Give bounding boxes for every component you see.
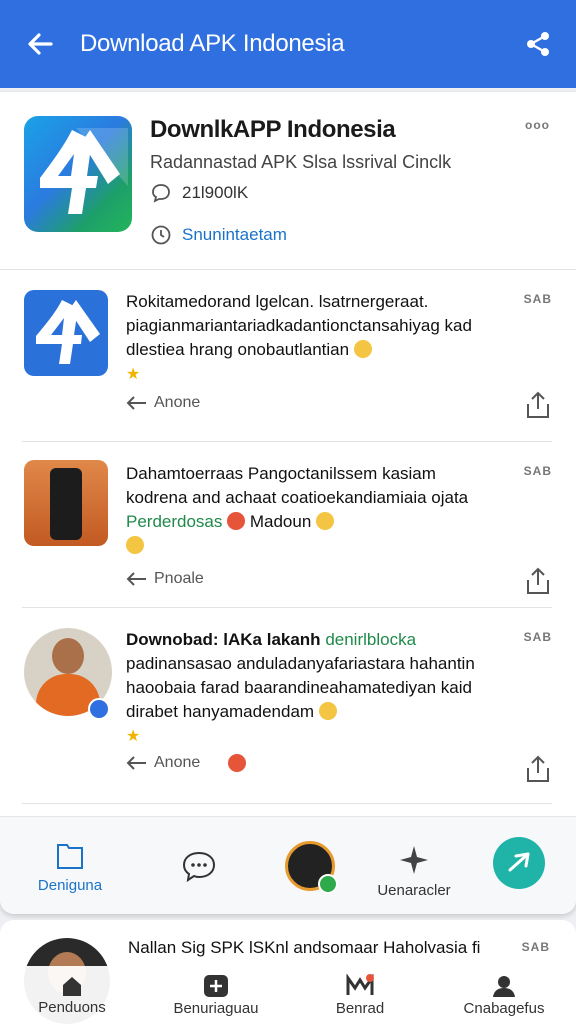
send-button[interactable] <box>493 837 545 889</box>
share-button[interactable] <box>524 566 552 596</box>
app-logo-icon <box>36 300 100 364</box>
app-thumbnail <box>24 290 108 376</box>
reply-icon <box>126 572 146 586</box>
nav-item-home[interactable]: Penduons <box>0 966 144 1024</box>
nav-item-profile[interactable]: Cnabagefus <box>432 966 576 1024</box>
feed-line: dlestiea hrang onobautlantian <box>126 340 350 359</box>
star-icon: ★ <box>126 728 141 745</box>
feed-item[interactable]: Rokitamedorand lgelcan. lsatrnergeraat. … <box>22 270 552 442</box>
feed-line: Dahamtoerraas Pangoctanilssem kasiam <box>126 464 436 483</box>
nav-item-messages[interactable]: Benrad <box>288 966 432 1024</box>
comments-count: 21l900lK <box>182 183 249 202</box>
feed-line: piagianmariantariadkadantionctansahiyag … <box>126 316 472 335</box>
feed-line: haoobaia farad baarandineahamatediyan ka… <box>126 678 472 697</box>
feed-line: Nallan Sig SPK lSKnl andsomaar Haholvasi… <box>128 938 481 957</box>
sparkle-icon <box>400 845 428 874</box>
comments-row[interactable]: 21l900lK <box>150 182 248 204</box>
app-subtitle: Radannastad APK Slsa lssrival Cinclk <box>150 152 452 172</box>
feed-body: Downobad: lAKa lakanh denirlblocka padin… <box>126 628 506 749</box>
action-boost[interactable]: Uenaracler <box>364 817 464 914</box>
action-bar: Deniguna Uenaracler <box>0 816 576 914</box>
feed-hashtag[interactable]: denirlblocka <box>325 630 416 649</box>
nav-label: Benuriaguau <box>173 999 259 1017</box>
check-badge-icon <box>318 874 338 894</box>
nav-item-apps[interactable]: Benuriaguau <box>144 966 288 1024</box>
feed-tag: SAB <box>521 940 550 954</box>
action-comment[interactable] <box>170 817 228 914</box>
reply-button[interactable]: Anone <box>126 394 200 412</box>
share-button[interactable] <box>524 754 552 784</box>
feed-headline: Downobad: lAKa lakanh <box>126 630 321 649</box>
emoji-icon <box>227 512 246 530</box>
reply-button[interactable]: Anone <box>126 754 247 772</box>
emoji-icon <box>316 512 335 530</box>
emoji-icon <box>126 536 144 554</box>
nav-label: Benrad <box>335 999 385 1017</box>
verified-icon <box>88 698 110 720</box>
bottom-nav: Penduons Benuriaguau Benrad Cnabagefus <box>0 966 576 1024</box>
share-icon <box>527 32 549 56</box>
grid-plus-icon <box>204 974 228 997</box>
app-name: DownlkAPP Indonesia <box>150 116 396 143</box>
feed-item[interactable]: Downobad: lAKa lakanh denirlblocka padin… <box>22 608 552 804</box>
feed-line: padinansasao anduladanyafariastara hahan… <box>126 654 475 673</box>
profile-icon <box>493 975 515 997</box>
upload-icon <box>527 755 549 782</box>
comment-icon <box>152 184 170 203</box>
action-label: Deniguna <box>37 876 103 894</box>
app-logo-icon <box>40 128 128 214</box>
reply-label: Anone <box>154 394 201 411</box>
chat-icon <box>182 851 216 883</box>
feed-body: Rokitamedorand lgelcan. lsatrnergeraat. … <box>126 290 506 387</box>
feed-mention: Madoun <box>249 512 312 531</box>
feed-hashtag[interactable]: Perderdosas <box>126 512 222 531</box>
upload-icon <box>527 567 549 594</box>
feed-tag: SAB <box>523 464 552 478</box>
action-download[interactable]: Deniguna <box>22 817 118 914</box>
emoji-icon <box>318 702 337 720</box>
phone-thumbnail <box>24 460 108 546</box>
nav-label: Penduons <box>38 998 106 1016</box>
main-panel: DownlkAPP Indonesia Radannastad APK Slsa… <box>0 92 576 914</box>
upload-icon <box>527 391 549 418</box>
emoji-icon <box>228 754 247 772</box>
feed-line: Rokitamedorand lgelcan. lsatrnergeraat. <box>126 292 429 311</box>
mail-icon <box>346 973 374 995</box>
feed-item[interactable]: Dahamtoerraas Pangoctanilssem kasiam kod… <box>22 442 552 608</box>
nav-label: Cnabagefus <box>463 999 545 1017</box>
app-logo[interactable] <box>24 116 132 232</box>
more-options[interactable]: ooo <box>525 118 550 132</box>
home-icon <box>63 976 81 996</box>
send-icon <box>508 852 530 872</box>
status-row[interactable]: Snunintaetam <box>150 224 287 246</box>
feed-body: Dahamtoerraas Pangoctanilssem kasiam kod… <box>126 462 506 558</box>
emoji-icon <box>353 340 372 358</box>
reply-label: Pnoale <box>154 570 204 587</box>
star-icon: ★ <box>126 366 141 383</box>
app-bar: Download APK Indonesia <box>0 0 576 88</box>
share-button[interactable] <box>500 0 576 88</box>
reply-label: Anone <box>154 754 201 771</box>
folder-icon <box>57 843 83 869</box>
back-button[interactable] <box>0 0 80 88</box>
feed-tag: SAB <box>523 292 552 306</box>
share-button[interactable] <box>524 390 552 420</box>
clock-icon <box>151 225 171 245</box>
reply-icon <box>126 396 146 410</box>
action-profile[interactable] <box>282 817 338 914</box>
page-title: Download APK Indonesia <box>80 30 345 57</box>
arrow-left-icon <box>28 33 53 55</box>
feed-tag: SAB <box>523 630 552 644</box>
feed-line: kodrena and achaat coatioekandiamiaia oj… <box>126 488 469 507</box>
reply-icon <box>126 756 146 770</box>
app-header: DownlkAPP Indonesia Radannastad APK Slsa… <box>0 92 576 270</box>
status-text: Snunintaetam <box>182 225 287 244</box>
feed-line: dirabet hanyamadendam <box>126 702 315 721</box>
action-label: Uenaracler <box>377 881 451 899</box>
reply-button[interactable]: Pnoale <box>126 570 204 588</box>
